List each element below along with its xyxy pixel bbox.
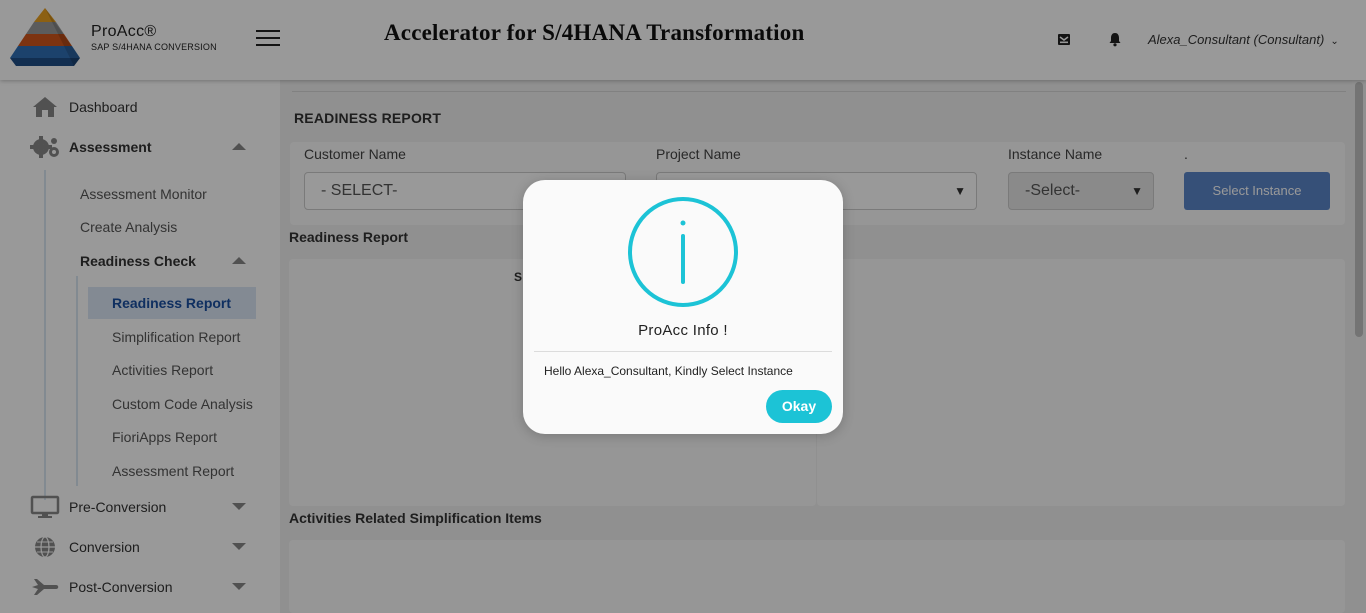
info-icon [628, 197, 738, 307]
dialog-title: ProAcc Info ! [638, 322, 728, 339]
dialog-message: Hello Alexa_Consultant, Kindly Select In… [544, 364, 793, 378]
dialog-divider [534, 351, 832, 352]
info-dialog: ProAcc Info ! Hello Alexa_Consultant, Ki… [523, 180, 843, 434]
okay-button[interactable]: Okay [766, 390, 832, 423]
